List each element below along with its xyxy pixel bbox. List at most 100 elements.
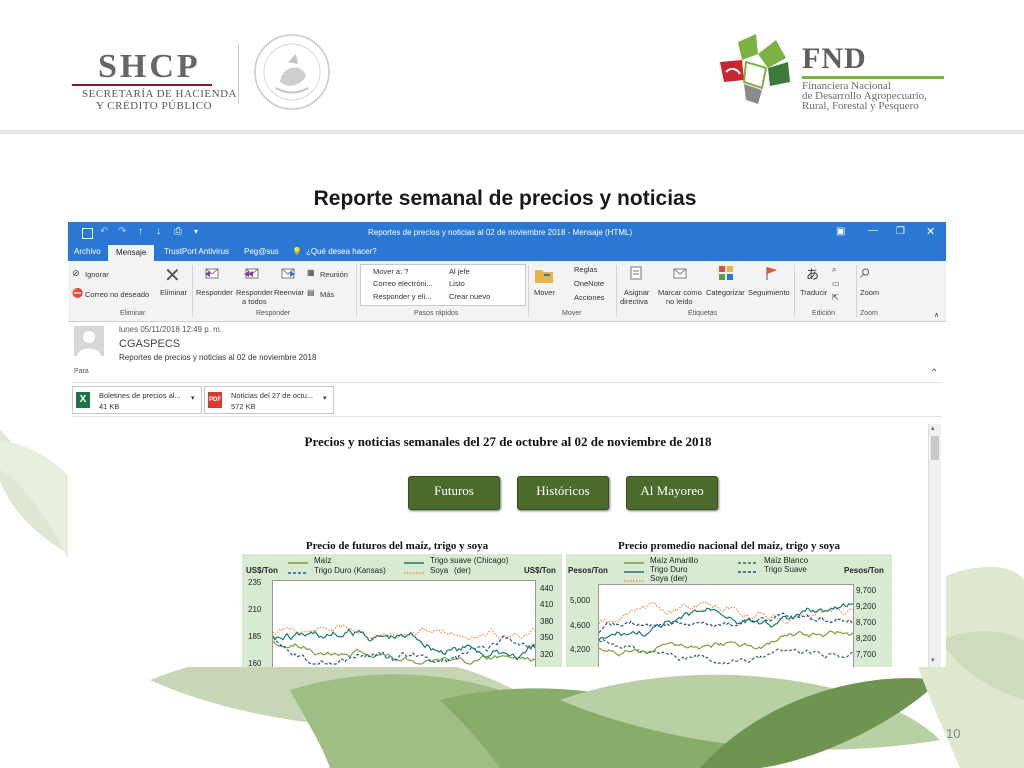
quick-steps-gallery[interactable]: Mover a: ? Correo electróni... Responder…	[360, 264, 526, 306]
reply-all-icon	[244, 268, 259, 279]
tab-mensaje[interactable]: Mensaje	[108, 245, 155, 261]
y-tick: 4,200	[570, 645, 591, 654]
minimize-icon[interactable]: —	[868, 225, 878, 236]
print-icon[interactable]: ⎙	[174, 226, 182, 237]
series-line-trigo-suave	[599, 612, 853, 634]
al-mayoreo-button[interactable]: Al Mayoreo	[626, 476, 718, 510]
message-sender[interactable]: CGASPECS	[119, 338, 180, 350]
quick-step-done[interactable]: Listo	[449, 279, 465, 288]
tab-archivo[interactable]: Archivo	[74, 247, 101, 256]
chart-plot-area	[598, 584, 854, 667]
scroll-down-icon[interactable]: ▾	[931, 656, 935, 664]
collapse-ribbon-icon[interactable]: ∧	[934, 311, 939, 319]
restore-icon[interactable]: ❐	[896, 226, 905, 237]
quick-step-reply-delete[interactable]: Responder y eli...	[373, 292, 431, 301]
excel-file-icon: X	[76, 392, 90, 408]
find-icon[interactable]: ⌕	[832, 265, 836, 275]
mark-unread-button-line2[interactable]: no leído	[666, 297, 693, 306]
actions-button[interactable]: Acciones	[574, 293, 604, 302]
header-separator	[0, 130, 1024, 134]
header-divider	[72, 382, 942, 383]
ribbon-display-icon[interactable]: ▣	[836, 226, 845, 237]
junk-icon: ⛔	[72, 288, 84, 298]
message-date: lunes 05/11/2018 12:49 p. m.	[119, 325, 223, 334]
forward-icon	[281, 268, 295, 279]
ribbon-tabs: Archivo Mensaje TrustPort Antivirus Peg@…	[68, 244, 946, 261]
reply-button[interactable]: Responder	[196, 288, 233, 297]
ignore-button[interactable]: Ignorar	[85, 270, 109, 279]
legend-trigo-duro: Trigo Duro (Kansas)	[314, 566, 386, 575]
legend-soya: Soya (der)	[650, 574, 688, 583]
legend-line-soya	[404, 572, 424, 574]
select-icon[interactable]: ⇱	[832, 293, 839, 302]
historicos-button[interactable]: Históricos	[517, 476, 609, 510]
tell-me-search[interactable]: ¿Qué desea hacer?	[306, 247, 377, 256]
fnd-subtitle-line3: Rural, Forestal y Pesquero	[802, 100, 919, 112]
scrollbar-thumb[interactable]	[931, 436, 939, 460]
y2-tick: 350	[540, 633, 554, 642]
chevron-down-icon[interactable]: ▾	[323, 394, 327, 402]
translate-button[interactable]: Traducir	[800, 288, 827, 297]
assign-policy-button-line1[interactable]: Asignar	[624, 288, 649, 297]
group-label-eliminar: Eliminar	[120, 310, 146, 317]
y-tick: 210	[248, 605, 262, 614]
meeting-button[interactable]: Reunión	[320, 270, 348, 279]
zoom-icon: ⌕	[860, 261, 872, 283]
y-axis-label: Pesos/Ton	[568, 566, 608, 575]
move-button[interactable]: Mover	[534, 288, 555, 297]
more-icon: ▤	[307, 288, 315, 297]
quick-step-email[interactable]: Correo electróni...	[373, 279, 433, 288]
attachment-size: 572 KB	[231, 402, 256, 411]
attachment-name: Noticias del 27 de octu...	[231, 391, 314, 400]
legend-maiz: Maíz	[314, 556, 332, 565]
delete-button[interactable]: Eliminar	[160, 288, 187, 297]
window-titlebar: ↶ ↷ ↑ ↓ ⎙ ▾ Reportes de precios y notici…	[68, 222, 946, 244]
quick-step-manager[interactable]: Al jefe	[449, 267, 470, 276]
ignore-icon: ⊘	[72, 268, 80, 278]
chevron-down-icon[interactable]: ▾	[191, 394, 195, 402]
assign-policy-icon	[630, 266, 642, 280]
redo-icon[interactable]: ↷	[118, 226, 126, 237]
quick-step-move[interactable]: Mover a: ?	[373, 267, 408, 276]
attachment-excel[interactable]: X Boletines de precios al... 41 KB ▾	[72, 386, 202, 414]
quick-step-create[interactable]: Crear nuevo	[449, 292, 490, 301]
tab-pegasus[interactable]: Peg@sus	[244, 247, 279, 256]
y2-tick: 7,700	[856, 650, 877, 659]
categorize-button[interactable]: Categorizar	[706, 288, 745, 297]
junk-button[interactable]: Correo no deseado	[85, 290, 149, 299]
up-arrow-icon[interactable]: ↑	[138, 226, 143, 237]
customize-arrow-icon[interactable]: ▾	[194, 227, 198, 236]
ribbon-separator	[794, 265, 795, 317]
zoom-button[interactable]: Zoom	[860, 288, 879, 297]
legend-line-maiz-amarillo	[624, 562, 644, 564]
follow-up-button[interactable]: Seguimiento	[748, 288, 790, 297]
rules-button[interactable]: Reglas	[574, 265, 597, 274]
y-tick: 5,000	[570, 596, 591, 605]
save-icon[interactable]	[82, 228, 93, 239]
ribbon: ⊘ Ignorar ⛔ Correo no deseado ✕ Eliminar…	[68, 261, 946, 322]
vertical-scrollbar[interactable]: ▴ ▾	[928, 424, 941, 667]
more-button[interactable]: Más	[320, 290, 334, 299]
attachment-pdf[interactable]: PDF Noticias del 27 de octu... 572 KB ▾	[204, 386, 334, 414]
scroll-up-icon[interactable]: ▴	[931, 424, 935, 432]
legend-line-trigo-suave	[404, 562, 424, 564]
onenote-button[interactable]: OneNote	[574, 279, 604, 288]
mark-unread-button-line1[interactable]: Marcar como	[658, 288, 702, 297]
down-arrow-icon[interactable]: ↓	[156, 226, 161, 237]
fnd-logo-icon	[720, 34, 790, 104]
expand-header-icon[interactable]: ⌃	[930, 368, 938, 379]
y2-tick: 320	[540, 650, 554, 659]
tab-trustport[interactable]: TrustPort Antivirus	[164, 247, 229, 256]
outlook-message-window: ↶ ↷ ↑ ↓ ⎙ ▾ Reportes de precios y notici…	[68, 222, 946, 667]
page-number: 10	[946, 726, 961, 741]
futuros-button[interactable]: Futuros	[408, 476, 500, 510]
undo-icon[interactable]: ↶	[100, 226, 108, 237]
forward-button[interactable]: Reenviar	[274, 288, 304, 297]
reply-all-button-line2[interactable]: a todos	[242, 297, 267, 306]
group-label-zoom: Zoom	[860, 310, 878, 317]
legend-line-maiz	[288, 562, 308, 564]
close-icon[interactable]: ✕	[926, 225, 935, 238]
assign-policy-button-line2[interactable]: directiva	[620, 297, 648, 306]
reply-all-button-line1[interactable]: Responder	[236, 288, 273, 297]
related-icon[interactable]: ▭	[832, 279, 840, 288]
